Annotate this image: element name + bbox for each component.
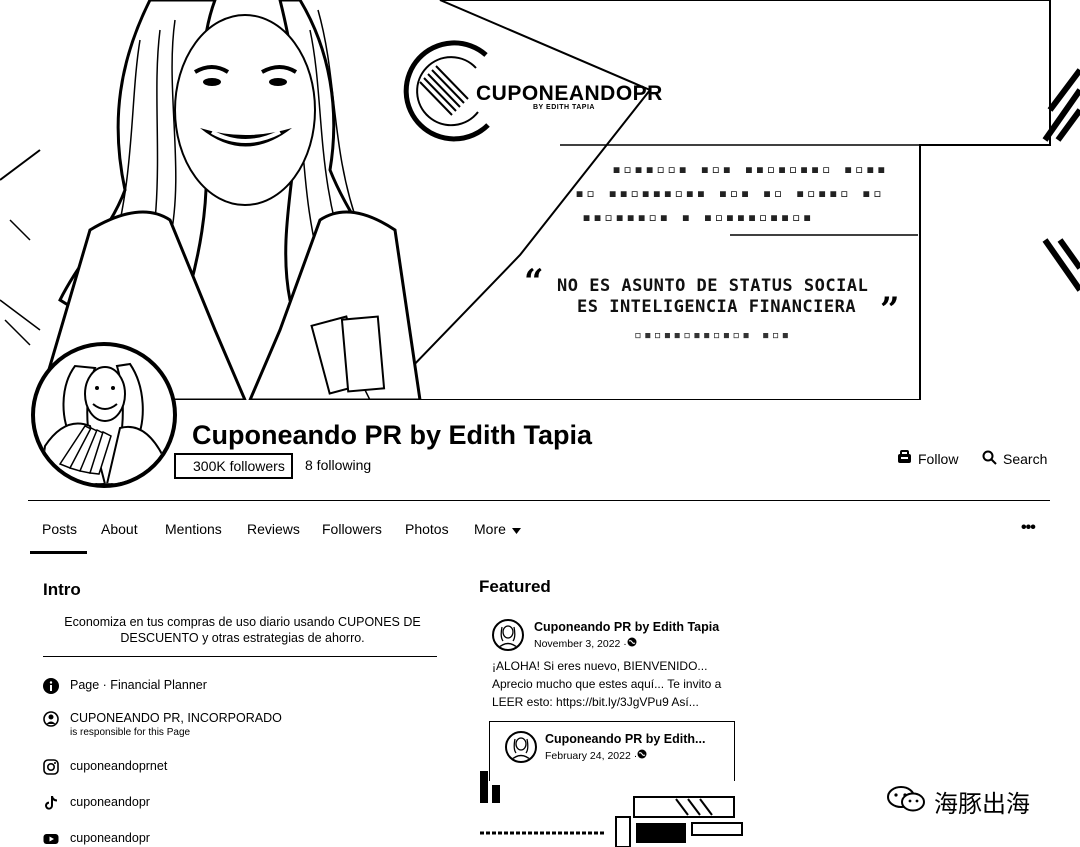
brand-logo-text: CUPONEANDOPR (476, 82, 663, 105)
tab-more-label: More (474, 521, 506, 537)
intro-instagram-label: cuponeandoprnet (70, 759, 168, 773)
intro-title: Intro (43, 580, 81, 599)
tab-mentions[interactable]: Mentions (165, 521, 222, 537)
globe-icon (637, 749, 647, 762)
shared-post-date[interactable]: February 24, 2022 · (545, 749, 647, 762)
wechat-icon (886, 785, 926, 819)
intro-responsible-sub: is responsible for this Page (70, 727, 191, 738)
following-link[interactable]: 8 following (305, 457, 371, 473)
quote-open-icon: “ (524, 262, 544, 302)
post-date-label: November 3, 2022 · (534, 637, 627, 650)
chevron-down-icon (511, 521, 521, 537)
post-author[interactable]: Cuponeando PR by Edith Tapia (534, 620, 719, 634)
header-divider (28, 500, 1050, 501)
post-date[interactable]: November 3, 2022 · (534, 637, 637, 650)
instagram-icon (43, 759, 59, 775)
quote-line-1: NO ES ASUNTO DE STATUS SOCIAL (557, 276, 869, 296)
tab-reviews[interactable]: Reviews (247, 521, 300, 537)
tiktok-icon (43, 795, 59, 811)
follow-button[interactable]: Follow (897, 450, 958, 467)
intro-category-detail: · Financial Planner (99, 678, 207, 692)
search-button[interactable]: Search (982, 450, 1047, 468)
watermark-text: 海豚出海 (934, 790, 1030, 818)
brand-logo-sub: BY EDITH TAPIA (533, 104, 595, 111)
search-label: Search (1003, 451, 1048, 467)
cover-artwork (0, 0, 1080, 400)
shared-post-author[interactable]: Cuponeando PR by Edith... (545, 732, 705, 746)
search-icon (982, 450, 997, 468)
shared-post-avatar[interactable] (505, 731, 537, 763)
intro-instagram[interactable]: cuponeandoprnet (43, 759, 167, 775)
tab-about[interactable]: About (101, 521, 138, 537)
tab-photos[interactable]: Photos (405, 521, 449, 537)
responsible-icon (43, 711, 59, 727)
post-avatar-image (496, 625, 520, 649)
globe-icon (627, 637, 637, 650)
profile-avatar-image (38, 362, 167, 484)
featured-title: Featured (479, 577, 551, 596)
shared-post-date-label: February 24, 2022 · (545, 749, 638, 762)
intro-responsible-name[interactable]: CUPONEANDO PR, INCORPORADO (70, 711, 282, 725)
tab-posts[interactable]: Posts (42, 521, 77, 537)
quote-line-2: ES INTELIGENCIA FINANCIERA (577, 297, 857, 317)
profile-avatar[interactable] (31, 342, 177, 488)
quote-close-icon: ” (880, 290, 900, 330)
post-text: ¡ALOHA! Si eres nuevo, BIENVENIDO... Apr… (492, 659, 722, 709)
tab-more[interactable]: More (474, 521, 521, 537)
tagline-blurred-3: ▪▪▫▪▪▪▫▪ ▪ ▪▫▪▪▪▫▪▪▫▪ (582, 208, 814, 226)
followers-link[interactable]: 300K followers (174, 453, 293, 479)
shared-post-image[interactable] (476, 767, 756, 847)
follow-icon (897, 450, 912, 467)
watermark: 海豚出海 (886, 784, 1030, 819)
tagline-blurred-1: ▪▫▪▪▫▫▪ ▪▫▪ ▪▪▫▪▫▪▪▫ ▪▫▪▪ (612, 160, 888, 178)
shared-avatar-image (509, 737, 533, 761)
youtube-icon (43, 831, 59, 847)
intro-tiktok[interactable]: cuponeandopr (43, 795, 150, 811)
active-tab-indicator (30, 551, 87, 554)
intro-description: Economiza en tus compras de uso diario u… (64, 615, 421, 645)
intro-youtube-label: cuponeandopr (70, 831, 150, 845)
intro-tiktok-label: cuponeandopr (70, 795, 150, 809)
info-icon (43, 678, 59, 694)
intro-category: Page · Financial Planner (43, 678, 207, 694)
intro-youtube[interactable]: cuponeandopr (43, 831, 150, 847)
tab-followers[interactable]: Followers (322, 521, 382, 537)
post-avatar[interactable] (492, 619, 524, 651)
intro-category-label: Page (70, 678, 100, 692)
quote-author-blurred: ▫▪▫▪▪▫▪▪▫▪▫▪ ▪▫▪ (634, 328, 792, 343)
tagline-blurred-2: ▪▫ ▪▪▫▪▪▪▫▪▪ ▪▫▪ ▪▫ ▪▫▪▪▫ ▪▫ (575, 184, 884, 202)
cover-photo[interactable]: CUPONEANDOPR BY EDITH TAPIA ▪▫▪▪▫▫▪ ▪▫▪ … (0, 0, 1080, 400)
more-options-icon[interactable]: ••• (1021, 519, 1036, 537)
intro-responsible: CUPONEANDO PR, INCORPORADO is responsibl… (43, 711, 282, 738)
intro-divider (43, 656, 437, 657)
follow-label: Follow (918, 450, 959, 467)
page-title: Cuponeando PR by Edith Tapia (192, 420, 593, 450)
